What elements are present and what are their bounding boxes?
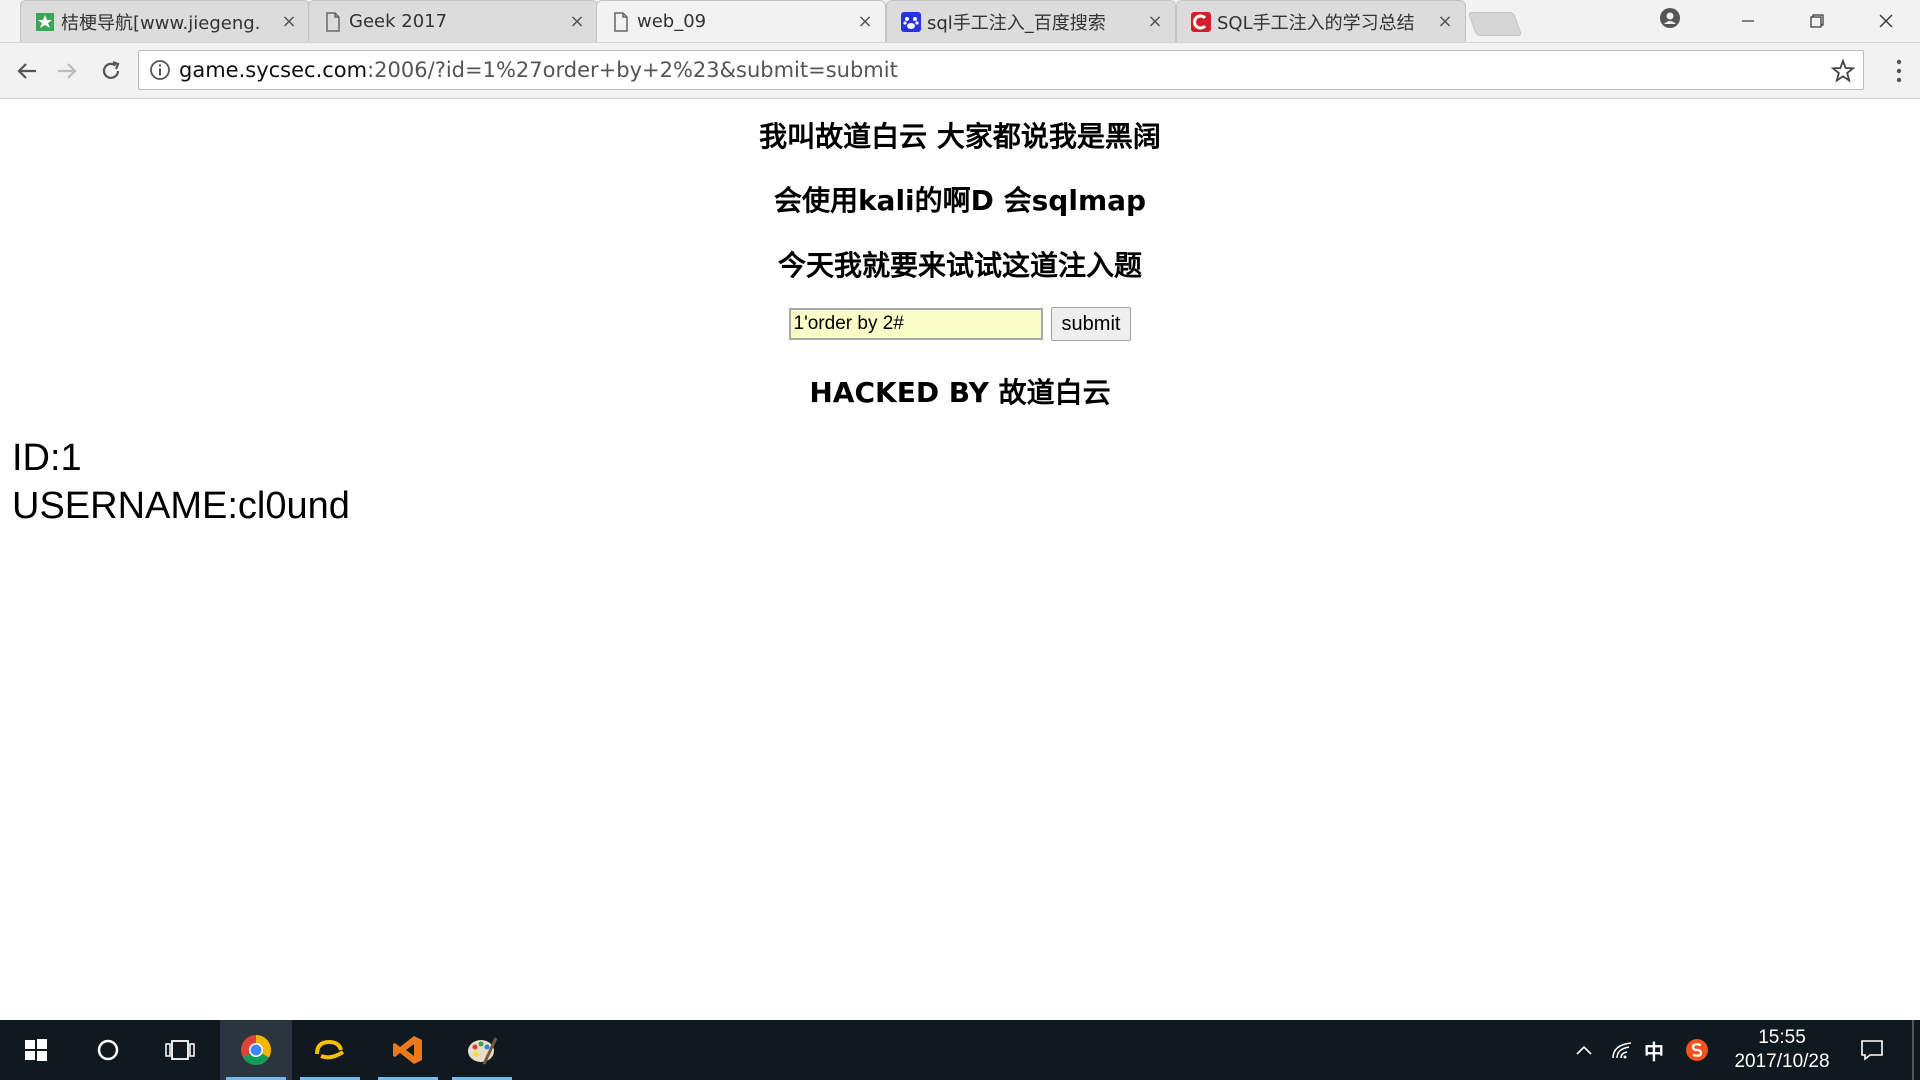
result-id: ID:1 bbox=[12, 437, 82, 479]
visual-studio-icon bbox=[393, 1036, 422, 1064]
browser-toolbar: game.sycsec.com:2006/?id=1%27order+by+2%… bbox=[0, 43, 1920, 99]
action-center-button[interactable] bbox=[1852, 1020, 1892, 1080]
window-controls bbox=[1713, 0, 1920, 42]
tab-title: sql手工注入_百度搜索 bbox=[927, 12, 1106, 34]
url-path: :2006/?id=1%27order+by+2%23&submit=submi… bbox=[367, 58, 898, 82]
tab-geek2017[interactable]: Geek 2017 × bbox=[308, 0, 598, 42]
tab-title: SQL手工注入的学习总结 bbox=[1217, 12, 1415, 34]
page-heading-3: 今天我就要来试试这道注入题 bbox=[777, 249, 1142, 282]
forward-arrow-icon bbox=[58, 63, 77, 79]
reload-button[interactable] bbox=[96, 56, 126, 86]
tab-title: web_09 bbox=[637, 11, 707, 32]
cortana-button[interactable] bbox=[72, 1020, 144, 1080]
tab-close-icon[interactable]: × bbox=[569, 12, 585, 30]
tab-csdn[interactable]: SQL手工注入的学习总结 × bbox=[1176, 0, 1466, 42]
restore-button[interactable] bbox=[1782, 0, 1851, 42]
ime-indicator[interactable]: 中 bbox=[1640, 1020, 1668, 1080]
csdn-icon bbox=[1191, 12, 1211, 32]
url-text[interactable]: game.sycsec.com:2006/?id=1%27order+by+2%… bbox=[179, 58, 898, 82]
minimize-button[interactable] bbox=[1713, 0, 1782, 42]
close-window-button[interactable] bbox=[1851, 0, 1920, 42]
start-button[interactable] bbox=[0, 1020, 72, 1080]
tray-overflow-button[interactable] bbox=[1570, 1020, 1598, 1080]
page-icon bbox=[611, 12, 631, 32]
page-icon bbox=[323, 12, 343, 32]
hacked-heading: HACKED BY 故道白云 bbox=[809, 376, 1111, 409]
back-arrow-icon bbox=[17, 63, 36, 79]
forward-button[interactable] bbox=[52, 56, 82, 86]
menu-kebab-icon[interactable] bbox=[1896, 59, 1902, 83]
tab-jiegeng[interactable]: 桔梗导航[www.jiegeng. × bbox=[20, 0, 310, 42]
tab-close-icon[interactable]: × bbox=[281, 12, 297, 30]
taskbar-app-2[interactable] bbox=[294, 1020, 366, 1080]
chevron-up-icon bbox=[1576, 1045, 1592, 1055]
page-heading-1: 我叫故道白云 大家都说我是黑阔 bbox=[759, 120, 1161, 153]
task-view-icon bbox=[165, 1040, 195, 1060]
new-tab-button[interactable] bbox=[1467, 12, 1523, 36]
bookmark-star-icon[interactable] bbox=[1831, 59, 1855, 83]
tab-close-icon[interactable]: × bbox=[1437, 12, 1453, 30]
baidu-paw-icon bbox=[901, 12, 921, 32]
result-username: USERNAME:cl0und bbox=[12, 485, 350, 527]
sogou-icon bbox=[1686, 1039, 1708, 1061]
sogou-ime-button[interactable] bbox=[1682, 1020, 1712, 1080]
tab-web09[interactable]: web_09 × bbox=[596, 0, 886, 42]
task-view-button[interactable] bbox=[144, 1020, 216, 1080]
taskbar-visual-studio[interactable] bbox=[372, 1020, 444, 1080]
back-button[interactable] bbox=[12, 56, 42, 86]
submit-button[interactable]: submit bbox=[1050, 307, 1132, 341]
taskbar-paint[interactable] bbox=[446, 1020, 518, 1080]
url-host: game.sycsec.com bbox=[179, 58, 368, 82]
chrome-icon bbox=[241, 1035, 272, 1066]
clock[interactable]: 15:55 2017/10/28 bbox=[1718, 1026, 1846, 1074]
tab-title: Geek 2017 bbox=[349, 11, 448, 32]
windows-logo-icon bbox=[25, 1039, 47, 1061]
show-desktop-button[interactable] bbox=[1912, 1020, 1914, 1080]
wifi-icon bbox=[1612, 1042, 1632, 1059]
query-form: submit bbox=[0, 307, 1920, 341]
windows-taskbar: 中 15:55 2017/10/28 bbox=[0, 1020, 1920, 1080]
address-bar[interactable]: game.sycsec.com:2006/?id=1%27order+by+2%… bbox=[138, 50, 1864, 90]
tab-title: 桔梗导航[www.jiegeng. bbox=[61, 12, 261, 34]
info-icon[interactable] bbox=[149, 59, 171, 81]
page-heading-2: 会使用kali的啊D 会sqlmap bbox=[773, 184, 1147, 217]
cortana-circle-icon bbox=[97, 1039, 119, 1061]
profile-icon[interactable] bbox=[1660, 8, 1680, 28]
taskbar-chrome[interactable] bbox=[220, 1020, 292, 1080]
tab-strip: 桔梗导航[www.jiegeng. × Geek 2017 × web_09 ×… bbox=[0, 0, 1920, 43]
clock-date: 2017/10/28 bbox=[1734, 1051, 1830, 1072]
jiegeng-favicon-icon bbox=[35, 12, 55, 32]
tab-baidu[interactable]: sql手工注入_百度搜索 × bbox=[886, 0, 1176, 42]
paint-palette-icon bbox=[468, 1037, 498, 1065]
tab-close-icon[interactable]: × bbox=[857, 12, 873, 30]
cloud-app-icon bbox=[315, 1039, 345, 1060]
clock-time: 15:55 bbox=[1758, 1027, 1806, 1048]
tab-close-icon[interactable]: × bbox=[1147, 12, 1163, 30]
reload-icon bbox=[102, 60, 120, 79]
notification-icon bbox=[1861, 1040, 1883, 1061]
page-content: 我叫故道白云 大家都说我是黑阔 会使用kali的啊D 会sqlmap 今天我就要… bbox=[0, 99, 1920, 1019]
network-button[interactable] bbox=[1608, 1020, 1636, 1080]
id-input[interactable] bbox=[788, 308, 1043, 340]
